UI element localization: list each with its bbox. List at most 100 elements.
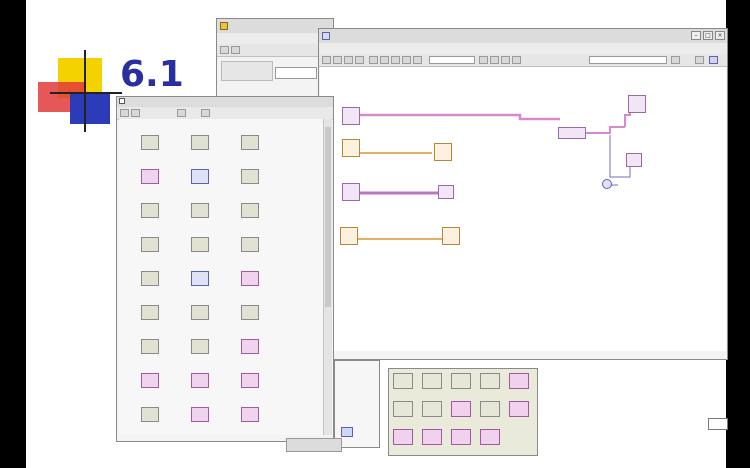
palette-item[interactable] [129, 201, 171, 231]
palette-item[interactable] [129, 303, 171, 333]
increment-icon[interactable] [509, 401, 529, 417]
block-diagram-titlebar[interactable]: – □ × [319, 29, 727, 44]
palette-search-icon[interactable] [131, 109, 140, 117]
run-continuous-icon[interactable] [231, 46, 240, 54]
analyze-icon [191, 271, 209, 286]
node-indicator-2[interactable] [438, 185, 454, 199]
waveform-icon [141, 271, 159, 286]
user-libraries-icon [241, 373, 259, 388]
palette-item[interactable] [229, 303, 271, 333]
node-function-1[interactable] [558, 127, 586, 139]
palette-item[interactable] [229, 133, 271, 163]
palette-item[interactable] [229, 405, 271, 435]
palette-options-icon[interactable] [201, 109, 210, 117]
palette-up-icon[interactable] [120, 109, 129, 117]
palette-item[interactable] [229, 269, 271, 299]
node-control-4[interactable] [340, 227, 358, 245]
step-over-icon[interactable] [402, 56, 411, 64]
add-icon[interactable] [393, 401, 413, 417]
palette-scrollbar[interactable] [323, 119, 332, 435]
search-icon[interactable] [671, 56, 680, 64]
pin-icon[interactable] [119, 98, 125, 104]
subtract-icon[interactable] [422, 401, 442, 417]
logo-vertical-line [84, 50, 86, 132]
decrement-icon[interactable] [393, 429, 413, 445]
numeric-const-icon[interactable] [509, 373, 529, 389]
cleanup-icon[interactable] [512, 56, 521, 64]
palette-item[interactable] [129, 337, 171, 367]
instrument-io-icon [241, 271, 259, 286]
align-icon[interactable] [479, 56, 488, 64]
palette-item[interactable] [129, 167, 171, 197]
slide-nav-icon[interactable] [708, 418, 728, 430]
palette-item[interactable] [229, 337, 271, 367]
palette-item[interactable] [179, 405, 221, 435]
block-diagram-window[interactable]: – □ × [318, 28, 728, 360]
palette-statusbar [286, 438, 342, 452]
node-indicator-3[interactable] [442, 227, 460, 245]
front-panel-titlebar[interactable] [217, 19, 333, 34]
node-output-1[interactable] [628, 95, 646, 113]
palette-item[interactable] [179, 201, 221, 231]
config-icon[interactable] [451, 373, 471, 389]
node-output-2[interactable] [626, 153, 642, 167]
palette-item[interactable] [129, 371, 171, 401]
palette-item[interactable] [229, 371, 271, 401]
search-input[interactable] [589, 56, 667, 64]
node-control-3[interactable] [342, 183, 360, 201]
multiply-icon[interactable] [451, 401, 471, 417]
read-icon[interactable] [393, 373, 413, 389]
divide-icon[interactable] [480, 401, 500, 417]
palette-item[interactable] [229, 167, 271, 197]
front-panel-control[interactable] [221, 61, 273, 81]
node-bundle-icon[interactable] [602, 179, 612, 189]
palette-item[interactable] [179, 269, 221, 299]
help-icon[interactable] [695, 56, 704, 64]
palette-item[interactable] [179, 133, 221, 163]
run-icon[interactable] [220, 46, 229, 54]
logo-blue-square [70, 94, 110, 124]
palette-item[interactable] [229, 235, 271, 265]
palette-item[interactable] [129, 269, 171, 299]
round-icon[interactable] [451, 429, 471, 445]
palette-item[interactable] [179, 303, 221, 333]
node-control-2[interactable] [342, 139, 360, 157]
palette-item[interactable] [179, 167, 221, 197]
absolute-icon[interactable] [422, 429, 442, 445]
close-button[interactable]: × [715, 31, 725, 40]
palette-scroll-thumb[interactable] [325, 127, 331, 307]
lower-window[interactable] [334, 360, 380, 448]
step-out-icon[interactable] [413, 56, 422, 64]
font-selector[interactable] [429, 56, 475, 64]
run-continuous-icon[interactable] [333, 56, 342, 64]
palette-item[interactable] [229, 201, 271, 231]
write-icon[interactable] [422, 373, 442, 389]
palette-item[interactable] [179, 337, 221, 367]
highlight-execution-icon[interactable] [369, 56, 378, 64]
reorder-icon[interactable] [501, 56, 510, 64]
node-control-1[interactable] [342, 107, 360, 125]
front-panel-indicator [275, 67, 317, 79]
node-indicator-1[interactable] [434, 143, 452, 161]
palette-grid [119, 119, 323, 435]
sqrt-icon[interactable] [480, 429, 500, 445]
palette-item[interactable] [129, 133, 171, 163]
step-into-icon[interactable] [391, 56, 400, 64]
run-icon[interactable] [322, 56, 331, 64]
palette-item[interactable] [129, 235, 171, 265]
maximize-button[interactable]: □ [703, 31, 713, 40]
string-icon [241, 169, 259, 184]
palette-item[interactable] [179, 371, 221, 401]
palette-view-icon[interactable] [177, 109, 186, 117]
sub-palette[interactable] [388, 368, 538, 456]
functions-palette[interactable] [116, 96, 334, 442]
palette-item[interactable] [179, 235, 221, 265]
palette-item[interactable] [129, 405, 171, 435]
abort-icon[interactable] [344, 56, 353, 64]
diagram-canvas[interactable] [320, 67, 726, 351]
minimize-button[interactable]: – [691, 31, 701, 40]
pause-icon[interactable] [355, 56, 364, 64]
distribute-icon[interactable] [490, 56, 499, 64]
close-file-icon[interactable] [480, 373, 500, 389]
retain-wire-values-icon[interactable] [380, 56, 389, 64]
